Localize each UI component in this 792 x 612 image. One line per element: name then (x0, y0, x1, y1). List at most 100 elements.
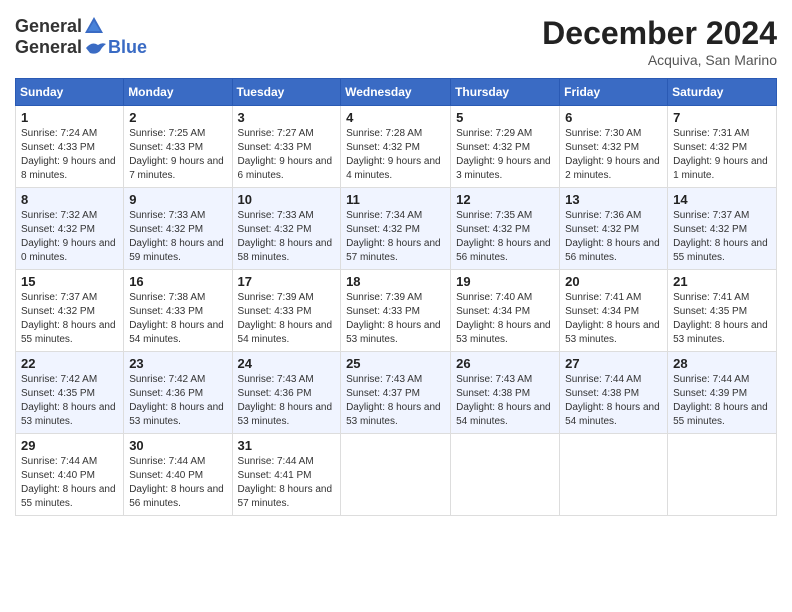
day-info: Sunrise: 7:28 AMSunset: 4:32 PMDaylight:… (346, 127, 445, 183)
location: Acquiva, San Marino (542, 52, 777, 68)
week-row-3: 15Sunrise: 7:37 AMSunset: 4:32 PMDayligh… (16, 270, 777, 352)
day-number: 3 (238, 110, 336, 125)
day-info: Sunrise: 7:33 AMSunset: 4:32 PMDaylight:… (238, 209, 336, 265)
day-header-thursday: Thursday (451, 79, 560, 106)
day-info: Sunrise: 7:40 AMSunset: 4:34 PMDaylight:… (456, 291, 554, 347)
calendar-cell: 4 Sunrise: 7:28 AMSunset: 4:32 PMDaylight… (341, 106, 451, 188)
day-info: Sunrise: 7:39 AMSunset: 4:33 PMDaylight:… (346, 291, 445, 347)
calendar-cell: 31 Sunrise: 7:44 AMSunset: 4:41 PMDayligh… (232, 434, 341, 516)
day-number: 10 (238, 192, 336, 207)
day-info: Sunrise: 7:42 AMSunset: 4:35 PMDaylight:… (21, 373, 118, 429)
calendar-cell: 23 Sunrise: 7:42 AMSunset: 4:36 PMDayligh… (124, 352, 232, 434)
calendar-cell: 2 Sunrise: 7:25 AMSunset: 4:33 PMDaylight… (124, 106, 232, 188)
calendar-cell: 28 Sunrise: 7:44 AMSunset: 4:39 PMDayligh… (668, 352, 777, 434)
day-info: Sunrise: 7:44 AMSunset: 4:40 PMDaylight:… (129, 455, 226, 511)
day-info: Sunrise: 7:27 AMSunset: 4:33 PMDaylight:… (238, 127, 336, 183)
day-info: Sunrise: 7:43 AMSunset: 4:37 PMDaylight:… (346, 373, 445, 429)
day-number: 31 (238, 438, 336, 453)
calendar-cell: 30Sunrise: 7:44 AMSunset: 4:40 PMDayligh… (124, 434, 232, 516)
day-number: 22 (21, 356, 118, 371)
calendar-cell: 10 Sunrise: 7:33 AMSunset: 4:32 PMDayligh… (232, 188, 341, 270)
day-number: 9 (129, 192, 226, 207)
day-number: 20 (565, 274, 662, 289)
day-number: 24 (238, 356, 336, 371)
calendar-cell: 1Sunrise: 7:24 AMSunset: 4:33 PMDaylight… (16, 106, 124, 188)
calendar-cell: 7Sunrise: 7:31 AMSunset: 4:32 PMDaylight… (668, 106, 777, 188)
day-number: 15 (21, 274, 118, 289)
day-number: 19 (456, 274, 554, 289)
logo-icon (83, 15, 105, 37)
calendar-cell: 27Sunrise: 7:44 AMSunset: 4:38 PMDayligh… (560, 352, 668, 434)
day-header-tuesday: Tuesday (232, 79, 341, 106)
day-header-wednesday: Wednesday (341, 79, 451, 106)
calendar-cell: 12Sunrise: 7:35 AMSunset: 4:32 PMDayligh… (451, 188, 560, 270)
day-info: Sunrise: 7:42 AMSunset: 4:36 PMDaylight:… (129, 373, 226, 429)
calendar-cell: 24Sunrise: 7:43 AMSunset: 4:36 PMDayligh… (232, 352, 341, 434)
calendar-cell: 13 Sunrise: 7:36 AMSunset: 4:32 PMDayligh… (560, 188, 668, 270)
calendar-cell (560, 434, 668, 516)
calendar-cell: 3 Sunrise: 7:27 AMSunset: 4:33 PMDaylight… (232, 106, 341, 188)
day-info: Sunrise: 7:43 AMSunset: 4:38 PMDaylight:… (456, 373, 554, 429)
day-number: 11 (346, 192, 445, 207)
day-info: Sunrise: 7:41 AMSunset: 4:35 PMDaylight:… (673, 291, 771, 347)
logo-blue-text: Blue (108, 37, 147, 58)
calendar-cell: 11 Sunrise: 7:34 AMSunset: 4:32 PMDayligh… (341, 188, 451, 270)
day-number: 25 (346, 356, 445, 371)
day-info: Sunrise: 7:44 AMSunset: 4:41 PMDaylight:… (238, 455, 336, 511)
day-header-sunday: Sunday (16, 79, 124, 106)
day-number: 5 (456, 110, 554, 125)
day-info: Sunrise: 7:29 AMSunset: 4:32 PMDaylight:… (456, 127, 554, 183)
day-info: Sunrise: 7:44 AMSunset: 4:40 PMDaylight:… (21, 455, 118, 511)
day-number: 13 (565, 192, 662, 207)
day-number: 2 (129, 110, 226, 125)
page-header: General General Blue December 2024 Acqui… (15, 15, 777, 68)
calendar-cell: 17 Sunrise: 7:39 AMSunset: 4:33 PMDayligh… (232, 270, 341, 352)
week-row-5: 29 Sunrise: 7:44 AMSunset: 4:40 PMDayligh… (16, 434, 777, 516)
calendar-cell: 29 Sunrise: 7:44 AMSunset: 4:40 PMDayligh… (16, 434, 124, 516)
day-info: Sunrise: 7:32 AMSunset: 4:32 PMDaylight:… (21, 209, 118, 265)
calendar-header-row: SundayMondayTuesdayWednesdayThursdayFrid… (16, 79, 777, 106)
week-row-1: 1Sunrise: 7:24 AMSunset: 4:33 PMDaylight… (16, 106, 777, 188)
day-number: 14 (673, 192, 771, 207)
day-info: Sunrise: 7:37 AMSunset: 4:32 PMDaylight:… (673, 209, 771, 265)
title-area: December 2024 Acquiva, San Marino (542, 15, 777, 68)
day-info: Sunrise: 7:41 AMSunset: 4:34 PMDaylight:… (565, 291, 662, 347)
calendar-cell: 9Sunrise: 7:33 AMSunset: 4:32 PMDaylight… (124, 188, 232, 270)
day-number: 21 (673, 274, 771, 289)
day-number: 23 (129, 356, 226, 371)
day-number: 8 (21, 192, 118, 207)
calendar-cell: 16Sunrise: 7:38 AMSunset: 4:33 PMDayligh… (124, 270, 232, 352)
calendar-cell: 19 Sunrise: 7:40 AMSunset: 4:34 PMDayligh… (451, 270, 560, 352)
calendar-cell: 22 Sunrise: 7:42 AMSunset: 4:35 PMDayligh… (16, 352, 124, 434)
calendar-cell: 14 Sunrise: 7:37 AMSunset: 4:32 PMDayligh… (668, 188, 777, 270)
logo-general-text: General (15, 16, 82, 37)
week-row-2: 8 Sunrise: 7:32 AMSunset: 4:32 PMDaylight… (16, 188, 777, 270)
logo-bird-icon (84, 39, 106, 57)
day-number: 17 (238, 274, 336, 289)
logo: General General Blue (15, 15, 147, 58)
day-number: 6 (565, 110, 662, 125)
day-header-friday: Friday (560, 79, 668, 106)
calendar-cell (451, 434, 560, 516)
month-title: December 2024 (542, 15, 777, 52)
calendar-cell: 5 Sunrise: 7:29 AMSunset: 4:32 PMDaylight… (451, 106, 560, 188)
day-number: 4 (346, 110, 445, 125)
calendar-cell: 6Sunrise: 7:30 AMSunset: 4:32 PMDaylight… (560, 106, 668, 188)
calendar-cell: 20 Sunrise: 7:41 AMSunset: 4:34 PMDayligh… (560, 270, 668, 352)
day-info: Sunrise: 7:44 AMSunset: 4:38 PMDaylight:… (565, 373, 662, 429)
day-number: 26 (456, 356, 554, 371)
day-number: 1 (21, 110, 118, 125)
day-number: 12 (456, 192, 554, 207)
day-number: 7 (673, 110, 771, 125)
day-info: Sunrise: 7:34 AMSunset: 4:32 PMDaylight:… (346, 209, 445, 265)
day-info: Sunrise: 7:25 AMSunset: 4:33 PMDaylight:… (129, 127, 226, 183)
calendar-cell: 8 Sunrise: 7:32 AMSunset: 4:32 PMDaylight… (16, 188, 124, 270)
calendar-cell: 25 Sunrise: 7:43 AMSunset: 4:37 PMDayligh… (341, 352, 451, 434)
day-info: Sunrise: 7:36 AMSunset: 4:32 PMDaylight:… (565, 209, 662, 265)
day-number: 28 (673, 356, 771, 371)
calendar-cell: 26 Sunrise: 7:43 AMSunset: 4:38 PMDayligh… (451, 352, 560, 434)
calendar-cell: 18Sunrise: 7:39 AMSunset: 4:33 PMDayligh… (341, 270, 451, 352)
day-number: 29 (21, 438, 118, 453)
day-info: Sunrise: 7:39 AMSunset: 4:33 PMDaylight:… (238, 291, 336, 347)
day-info: Sunrise: 7:44 AMSunset: 4:39 PMDaylight:… (673, 373, 771, 429)
